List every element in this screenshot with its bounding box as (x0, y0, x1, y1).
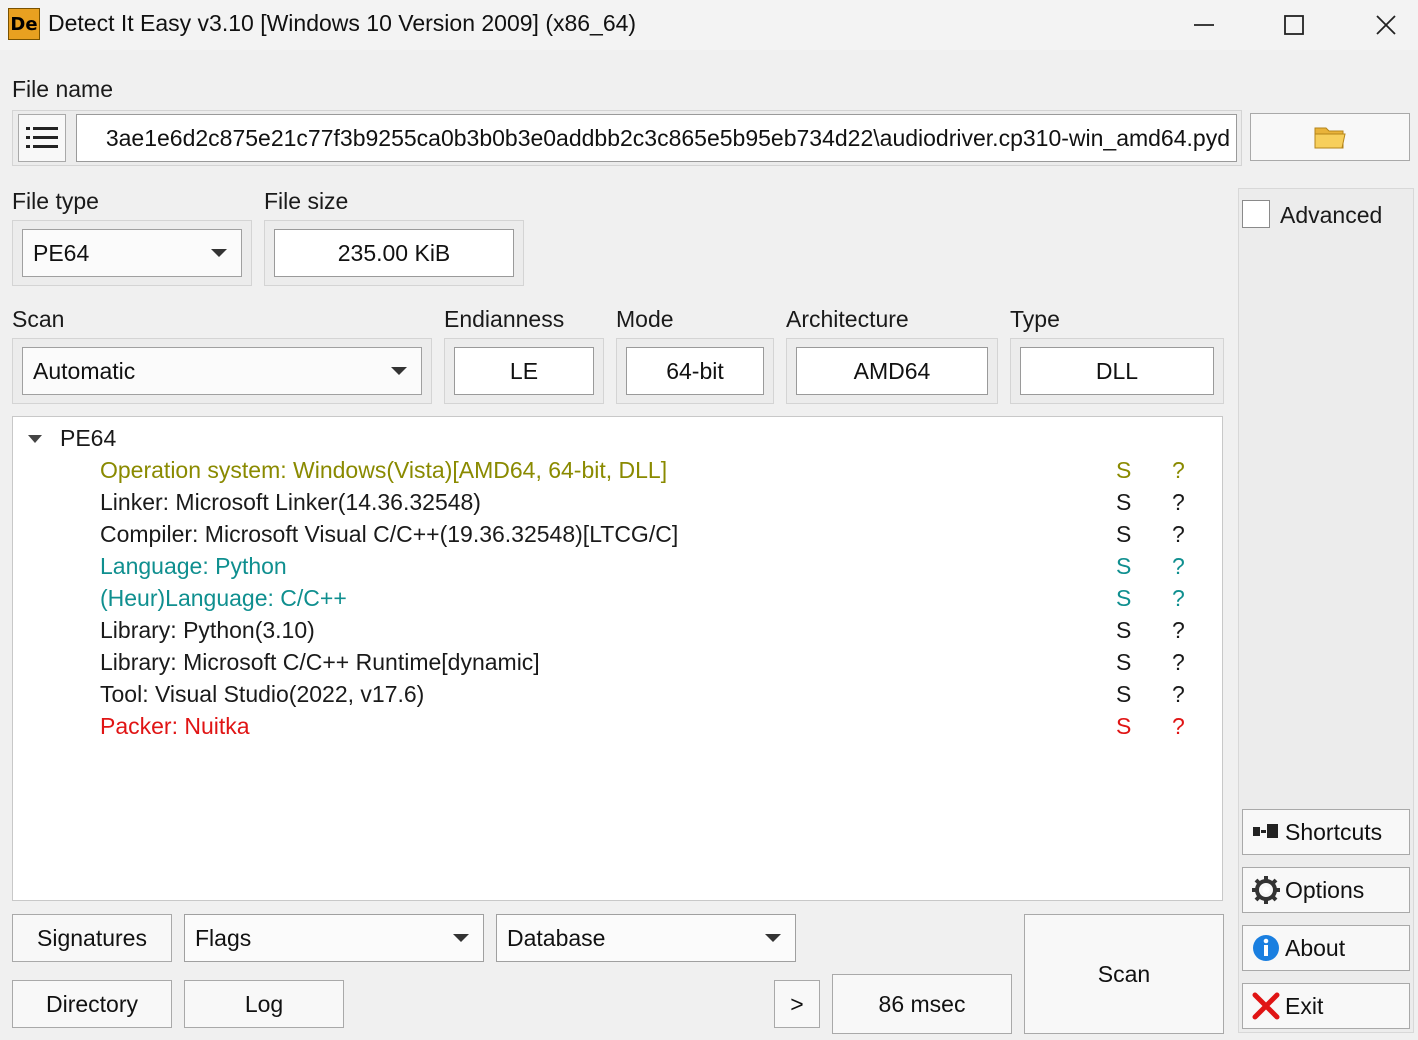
chevron-down-icon (391, 367, 407, 375)
result-row[interactable]: Language: Python S? (13, 551, 1222, 583)
log-button[interactable]: Log (184, 980, 344, 1028)
flags-select[interactable]: Flags (184, 914, 484, 962)
advanced-label[interactable]: Advanced (1280, 202, 1382, 229)
tree-root-label: PE64 (60, 425, 117, 451)
result-signature-flag: S (1116, 457, 1132, 483)
minimize-icon (1194, 24, 1214, 26)
file-name-label: File name (12, 76, 113, 102)
result-signature-flag: S (1116, 585, 1132, 611)
open-file-button[interactable] (1250, 113, 1410, 161)
file-name-field[interactable]: 3ae1e6d2c875e21c77f3b9255ca0b3b0b3e0addb… (76, 114, 1237, 162)
result-info-flag: ? (1172, 713, 1185, 739)
signatures-button[interactable]: Signatures (12, 914, 172, 962)
result-text: Compiler: Microsoft Visual C/C++(19.36.3… (100, 521, 679, 547)
result-row[interactable]: Tool: Visual Studio(2022, v17.6) S? (13, 679, 1222, 711)
result-row[interactable]: Library: Python(3.10) S? (13, 615, 1222, 647)
minimize-button[interactable] (1158, 0, 1250, 50)
result-row[interactable]: Operation system: Windows(Vista)[AMD64, … (13, 455, 1222, 487)
shortcuts-icon (1253, 824, 1278, 838)
scan-label: Scan (12, 306, 65, 332)
file-type-select[interactable]: PE64 (22, 229, 242, 277)
chevron-down-icon (211, 249, 227, 257)
result-info-flag: ? (1172, 553, 1185, 579)
gear-icon (1252, 876, 1280, 904)
result-signature-flag: S (1116, 681, 1132, 707)
app-logo-icon: De (8, 8, 40, 40)
result-text: Tool: Visual Studio(2022, v17.6) (100, 681, 425, 707)
result-signature-flag: S (1116, 489, 1132, 515)
about-button[interactable]: About (1242, 925, 1410, 971)
exit-button[interactable]: Exit (1242, 983, 1410, 1029)
architecture-value: AMD64 (796, 347, 988, 395)
result-text: Packer: Nuitka (100, 713, 250, 739)
result-info-flag: ? (1172, 585, 1185, 611)
result-text: (Heur)Language: C/C++ (100, 585, 347, 611)
mode-label: Mode (616, 306, 674, 332)
result-row[interactable]: (Heur)Language: C/C++ S? (13, 583, 1222, 615)
result-info-flag: ? (1172, 617, 1185, 643)
result-signature-flag: S (1116, 553, 1132, 579)
chevron-down-icon (765, 934, 781, 942)
result-text: Linker: Microsoft Linker(14.36.32548) (100, 489, 481, 515)
close-red-icon (1252, 992, 1280, 1020)
advanced-checkbox[interactable] (1242, 200, 1270, 228)
result-row[interactable]: Linker: Microsoft Linker(14.36.32548) S? (13, 487, 1222, 519)
scan-mode-select[interactable]: Automatic (22, 347, 422, 395)
result-signature-flag: S (1116, 521, 1132, 547)
directory-button[interactable]: Directory (12, 980, 172, 1028)
type-label: Type (1010, 306, 1060, 332)
result-row[interactable]: Packer: Nuitka S? (13, 711, 1222, 743)
file-type-label: File type (12, 188, 99, 214)
result-text: Library: Python(3.10) (100, 617, 315, 643)
info-icon (1253, 935, 1279, 961)
close-button[interactable] (1340, 0, 1418, 50)
maximize-icon (1284, 15, 1304, 35)
endianness-label: Endianness (444, 306, 565, 332)
result-info-flag: ? (1172, 521, 1185, 547)
mode-value: 64-bit (626, 347, 764, 395)
database-select[interactable]: Database (496, 914, 796, 962)
scan-button[interactable]: Scan (1024, 914, 1224, 1034)
chevron-down-icon (453, 934, 469, 942)
result-text: Language: Python (100, 553, 287, 579)
type-value: DLL (1020, 347, 1214, 395)
result-text: Library: Microsoft C/C++ Runtime[dynamic… (100, 649, 540, 675)
list-icon (26, 127, 58, 148)
result-info-flag: ? (1172, 681, 1185, 707)
endianness-value: LE (454, 347, 594, 395)
result-signature-flag: S (1116, 713, 1132, 739)
tree-root-row[interactable]: PE64 (13, 423, 1222, 455)
file-size-value: 235.00 KiB (274, 229, 514, 277)
folder-icon (1314, 127, 1346, 149)
options-button[interactable]: Options (1242, 867, 1410, 913)
result-text: Operation system: Windows(Vista)[AMD64, … (100, 457, 668, 483)
result-info-flag: ? (1172, 457, 1185, 483)
close-icon (1376, 15, 1396, 35)
maximize-button[interactable] (1248, 0, 1340, 50)
expand-arrow-icon[interactable] (27, 433, 43, 445)
result-row[interactable]: Compiler: Microsoft Visual C/C++(19.36.3… (13, 519, 1222, 551)
window-title: Detect It Easy v3.10 [Windows 10 Version… (48, 10, 637, 36)
result-signature-flag: S (1116, 649, 1132, 675)
results-tree[interactable]: PE64 Operation system: Windows(Vista)[AM… (12, 416, 1223, 901)
result-info-flag: ? (1172, 649, 1185, 675)
elapsed-time-display: 86 msec (832, 974, 1012, 1034)
result-signature-flag: S (1116, 617, 1132, 643)
file-menu-button[interactable] (18, 114, 66, 162)
architecture-label: Architecture (786, 306, 909, 332)
shortcuts-button[interactable]: Shortcuts (1242, 809, 1410, 855)
file-size-label: File size (264, 188, 349, 214)
result-info-flag: ? (1172, 489, 1185, 515)
result-row[interactable]: Library: Microsoft C/C++ Runtime[dynamic… (13, 647, 1222, 679)
more-button[interactable]: > (774, 980, 820, 1028)
